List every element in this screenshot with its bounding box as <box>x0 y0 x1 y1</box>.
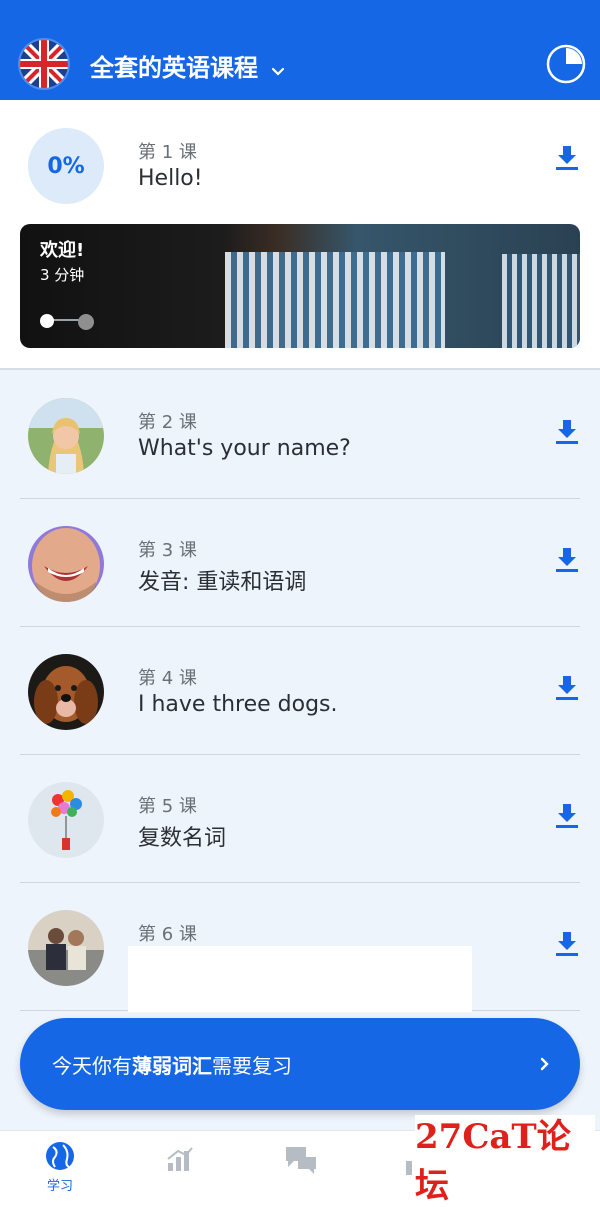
download-icon[interactable] <box>554 674 580 700</box>
lesson-number: 第 1 课 <box>138 142 197 163</box>
download-icon[interactable] <box>554 930 580 956</box>
lesson-number: 第 2 课 <box>138 412 197 433</box>
globe-icon <box>45 1141 75 1171</box>
friends-avatar <box>28 910 104 986</box>
review-text-suffix: 需要复习 <box>212 1053 292 1078</box>
woman-photo-avatar <box>28 398 104 474</box>
lesson-title: 复数名词 <box>138 826 227 851</box>
lesson-title: Hello! <box>138 166 203 191</box>
slide-dot[interactable] <box>78 314 94 330</box>
lesson-title: What's your name? <box>138 436 351 461</box>
weak-words-review-button[interactable]: 今天你有薄弱词汇需要复习 <box>20 1018 580 1110</box>
lesson-row[interactable]: 第 4 课 I have three dogs. <box>20 626 580 755</box>
course-selector[interactable]: 全套的英语课程 <box>90 48 286 82</box>
balloons-avatar <box>28 782 104 858</box>
download-icon[interactable] <box>554 546 580 572</box>
review-text-bold: 薄弱词汇 <box>132 1053 212 1078</box>
dog-avatar <box>28 654 104 730</box>
download-icon[interactable] <box>554 802 580 828</box>
app-header: 全套的英语课程 <box>0 0 600 100</box>
chat-icon <box>284 1145 318 1175</box>
lesson-number: 第 3 课 <box>138 540 197 561</box>
nav-learn[interactable]: 学习 <box>30 1141 90 1197</box>
lesson-number: 第 6 课 <box>138 924 197 945</box>
nav-chat[interactable] <box>270 1141 330 1197</box>
slide-dot-active[interactable] <box>40 314 54 328</box>
lesson-row[interactable]: 第 2 课 What's your name? <box>20 370 580 499</box>
review-text-prefix: 今天你有 <box>52 1053 132 1078</box>
chevron-down-icon <box>270 57 286 76</box>
chevron-right-icon <box>538 1052 552 1076</box>
download-icon[interactable] <box>554 144 580 170</box>
lesson-progress-circle: 0% <box>28 128 104 204</box>
lesson-list: 第 2 课 What's your name? 第 3 课 发音: 重读和语调 <box>0 370 600 1130</box>
course-title: 全套的英语课程 <box>90 53 258 82</box>
welcome-video-banner[interactable]: 欢迎! 3 分钟 <box>20 224 580 348</box>
lesson-1-card[interactable]: 0% 第 1 课 Hello! 欢迎! 3 分钟 <box>0 100 600 370</box>
lesson-progress-value: 0% <box>47 153 85 179</box>
nav-learn-label: 学习 <box>46 1179 73 1194</box>
smiling-man-avatar <box>28 526 104 602</box>
bar-chart-icon <box>166 1145 194 1173</box>
download-icon[interactable] <box>554 418 580 444</box>
lesson-row[interactable]: 第 3 课 发音: 重读和语调 <box>20 498 580 627</box>
apron-image-right <box>502 254 580 348</box>
apron-image <box>225 252 445 348</box>
banner-title: 欢迎! <box>40 240 85 261</box>
lesson-title: 发音: 重读和语调 <box>138 570 307 595</box>
watermark-logo: 27CaT论坛 <box>415 1115 595 1206</box>
lesson-title: I have three dogs. <box>138 692 338 717</box>
review-text: 今天你有薄弱词汇需要复习 <box>52 1050 292 1079</box>
pie-progress-icon[interactable] <box>546 44 586 84</box>
uk-flag-icon[interactable] <box>20 40 68 88</box>
lesson-number: 第 5 课 <box>138 796 197 817</box>
title-mask <box>128 946 472 1012</box>
nav-progress[interactable] <box>150 1141 210 1197</box>
lesson-number: 第 4 课 <box>138 668 197 689</box>
banner-duration: 3 分钟 <box>40 266 85 284</box>
lesson-row[interactable]: 第 5 课 复数名词 <box>20 754 580 883</box>
